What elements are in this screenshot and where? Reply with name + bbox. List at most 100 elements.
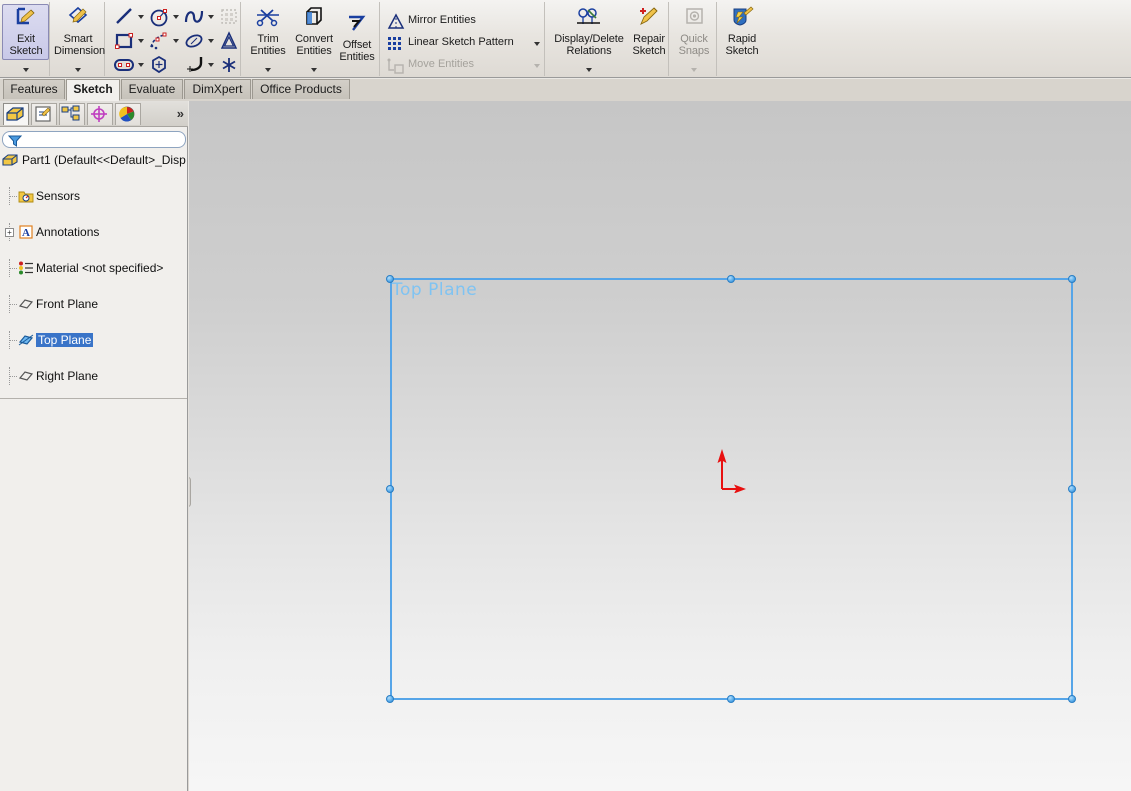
sketch-point-bottom-left[interactable] <box>386 695 394 703</box>
ellipse-dropdown-arrow[interactable] <box>208 39 214 43</box>
rectangle-dropdown-arrow[interactable] <box>138 39 144 43</box>
more-panel-tabs-button[interactable]: » <box>177 106 184 121</box>
sketch-point-bottom-right[interactable] <box>1068 695 1076 703</box>
sketch-pattern-faded-button[interactable] <box>218 6 240 28</box>
tree-item-material[interactable]: Material <not specified> <box>0 259 188 277</box>
ribbon-group-snaps: Quick Snaps <box>671 2 717 76</box>
annotations-icon: A <box>18 224 34 240</box>
tab-sketch[interactable]: Sketch <box>66 79 120 101</box>
exit-sketch-icon <box>2 6 50 31</box>
move-entities-dropdown-arrow[interactable] <box>534 64 540 68</box>
tree-item-front-plane-label: Front Plane <box>36 297 99 311</box>
display-delete-relations-dropdown-arrow[interactable] <box>586 68 592 72</box>
convert-entities-icon <box>290 6 338 31</box>
circle-dropdown-arrow[interactable] <box>173 15 179 19</box>
fillet-tool-button[interactable] <box>183 54 205 76</box>
origin-triad[interactable] <box>717 447 747 496</box>
smart-dimension-dropdown-arrow[interactable] <box>75 68 81 72</box>
annotations-expander[interactable]: + <box>5 228 14 237</box>
feature-manager-panel: » Part1 (Default<<Default>_Disp Sensors … <box>0 101 188 791</box>
sketch-point-top-mid[interactable] <box>727 275 735 283</box>
convert-entities-dropdown-arrow[interactable] <box>311 68 317 72</box>
fillet-dropdown-arrow[interactable] <box>208 63 214 67</box>
graphics-canvas[interactable]: Top Plane <box>189 101 1131 791</box>
mirror-entities-button[interactable]: Mirror Entities <box>386 13 536 31</box>
ribbon-group-modify: Trim Entities Convert Entities Offset En… <box>243 2 380 76</box>
quick-snaps-dropdown-arrow[interactable] <box>691 68 697 72</box>
linear-sketch-pattern-dropdown-arrow[interactable] <box>534 42 540 46</box>
feature-manager-tab[interactable] <box>3 103 29 125</box>
sensors-folder-icon <box>18 188 34 204</box>
tab-dimxpert[interactable]: DimXpert <box>184 79 251 99</box>
tree-item-annotations[interactable]: + A Annotations <box>0 223 188 241</box>
polygon-tool-button[interactable] <box>148 54 170 76</box>
convert-entities-label-1: Convert <box>295 33 333 45</box>
tab-office-products[interactable]: Office Products <box>252 79 350 99</box>
move-entities-button[interactable]: Move Entities <box>386 57 536 75</box>
rectangle-tool-button[interactable] <box>113 30 135 52</box>
ribbon-group-pattern: Mirror Entities Linear Sketch Pattern Mo… <box>382 2 545 76</box>
convert-entities-button[interactable]: Convert Entities <box>290 6 338 57</box>
slot-tool-button[interactable] <box>113 54 135 76</box>
exit-sketch-button[interactable]: Exit Sketch <box>2 6 50 57</box>
feature-manager-icon <box>6 107 24 121</box>
smart-dimension-button[interactable]: Smart Dimension <box>54 6 105 57</box>
display-manager-tab[interactable] <box>115 103 141 125</box>
trim-entities-button[interactable]: Trim Entities <box>244 6 292 57</box>
tree-item-right-plane[interactable]: Right Plane <box>0 367 188 385</box>
line-dropdown-arrow[interactable] <box>138 15 144 19</box>
repair-sketch-label-2: Sketch <box>632 45 666 57</box>
property-manager-icon <box>35 106 51 122</box>
display-delete-relations-icon <box>550 6 628 31</box>
linear-sketch-pattern-button[interactable]: Linear Sketch Pattern <box>386 35 536 53</box>
filter-funnel-icon <box>7 135 23 147</box>
repair-sketch-button[interactable]: Repair Sketch <box>629 6 669 57</box>
svg-text:A: A <box>22 227 30 239</box>
configuration-manager-tab[interactable] <box>59 103 85 125</box>
point-tool-button[interactable] <box>218 54 240 76</box>
tree-item-annotations-label: Annotations <box>36 225 100 239</box>
offset-entities-icon <box>333 14 381 37</box>
tree-item-front-plane[interactable]: Front Plane <box>0 295 188 313</box>
sketch-point-right-mid[interactable] <box>1068 485 1076 493</box>
slot-icon <box>114 59 134 71</box>
trim-entities-dropdown-arrow[interactable] <box>265 68 271 72</box>
tab-evaluate[interactable]: Evaluate <box>121 79 183 99</box>
plane-icon <box>18 368 34 384</box>
tab-features[interactable]: Features <box>3 79 65 99</box>
display-delete-relations-button[interactable]: Display/Delete Relations <box>550 6 628 57</box>
dimxpert-manager-tab[interactable] <box>87 103 113 125</box>
circle-tool-button[interactable] <box>148 6 170 28</box>
material-icon <box>18 260 34 276</box>
move-entities-icon <box>387 58 404 74</box>
tree-item-top-plane[interactable]: Top Plane <box>0 331 188 349</box>
tree-item-sensors[interactable]: Sensors <box>0 187 188 205</box>
sketch-point-top-right[interactable] <box>1068 275 1076 283</box>
rapid-sketch-button[interactable]: Rapid Sketch <box>719 6 765 57</box>
property-manager-tab[interactable] <box>31 103 57 125</box>
spline-tool-button[interactable] <box>183 6 205 28</box>
tree-line-h <box>9 196 17 197</box>
exit-sketch-dropdown-arrow[interactable] <box>23 68 29 72</box>
tree-bottom-divider <box>0 398 187 399</box>
construction-points-icon <box>150 32 167 50</box>
tree-line-h <box>9 340 17 341</box>
construction-points-dropdown-arrow[interactable] <box>173 39 179 43</box>
trim-entities-label-1: Trim <box>257 33 279 45</box>
offset-entities-button[interactable]: Offset Entities <box>333 14 381 63</box>
tree-filter-input[interactable] <box>25 133 181 146</box>
line-tool-button[interactable] <box>113 6 135 28</box>
spline-dropdown-arrow[interactable] <box>208 15 214 19</box>
ellipse-tool-button[interactable] <box>183 30 205 52</box>
quick-snaps-button[interactable]: Quick Snaps <box>671 6 717 57</box>
slot-dropdown-arrow[interactable] <box>138 63 144 67</box>
sketch-point-left-mid[interactable] <box>386 485 394 493</box>
text-tool-button[interactable] <box>218 30 240 52</box>
plane-label: Top Plane <box>392 280 478 300</box>
sketch-geometry[interactable]: Top Plane <box>189 101 1131 791</box>
sketch-point-bottom-mid[interactable] <box>727 695 735 703</box>
construction-points-button[interactable] <box>148 30 170 52</box>
rapid-sketch-label-1: Rapid <box>727 33 757 45</box>
tree-filter-bar[interactable] <box>2 131 186 148</box>
tree-item-part[interactable]: Part1 (Default<<Default>_Disp <box>0 151 188 169</box>
